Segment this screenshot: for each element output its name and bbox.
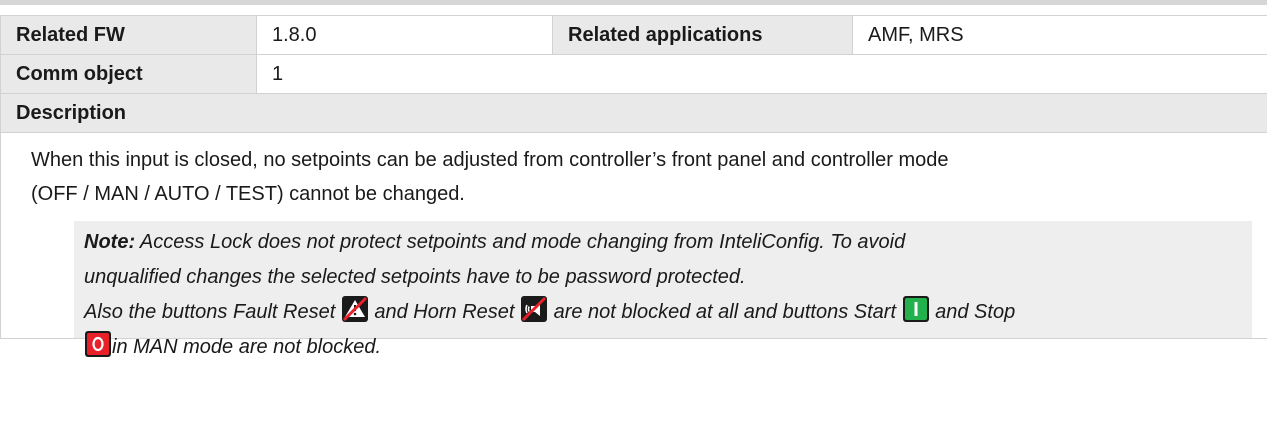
related-fw-label: Related FW [0,15,257,55]
fault-reset-icon [341,296,368,322]
description-cell: When this input is closed, no setpoints … [0,132,1267,358]
note-text-2: unqualified changes the selected setpoin… [84,266,746,288]
comm-object-label: Comm object [0,54,257,94]
description-label: Description [0,93,1267,133]
note-text-3d: and Stop [929,301,1016,323]
note-text-3a: Also the buttons Fault Reset [84,301,341,323]
description-line-2: (OFF / MAN / AUTO / TEST) cannot be chan… [31,183,465,205]
description-line-1: When this input is closed, no setpoints … [31,149,949,171]
note-text-3b: and Horn Reset [368,301,521,323]
note-text-3c: are not blocked at all and buttons Start [548,301,902,323]
note-text-4: in MAN mode are not blocked. [112,336,382,358]
related-apps-label: Related applications [552,15,853,55]
table-row: Description [0,93,1267,133]
note-text-1: Access Lock does not protect setpoints a… [135,231,906,253]
note-box: Note: Access Lock does not protect setpo… [74,221,1252,358]
related-apps-value: AMF, MRS [852,15,1267,55]
comm-object-value: 1 [256,54,1267,94]
related-fw-value: 1.8.0 [256,15,553,55]
table-row: When this input is closed, no setpoints … [0,132,1267,358]
stop-icon [85,331,111,357]
description-text: When this input is closed, no setpoints … [16,133,1252,217]
start-icon [902,296,929,322]
spec-table: Related FW 1.8.0 Related applications AM… [0,15,1267,358]
table-row: Comm object 1 [0,54,1267,94]
note-prefix: Note: [84,231,136,253]
horn-reset-icon [521,296,548,322]
top-divider [0,0,1267,5]
table-row: Related FW 1.8.0 Related applications AM… [0,15,1267,55]
